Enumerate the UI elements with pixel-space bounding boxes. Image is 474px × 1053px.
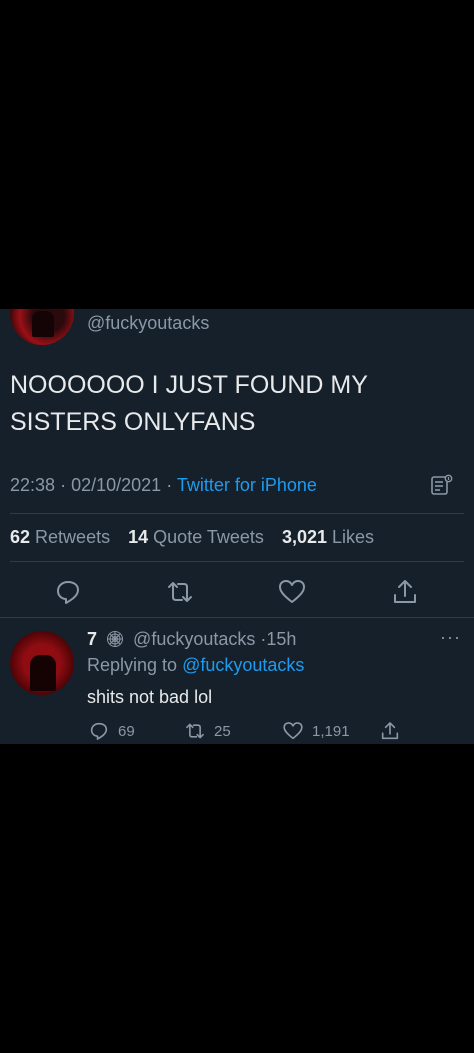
meta-separator: · bbox=[166, 475, 173, 495]
likes-count[interactable]: 3,021 bbox=[282, 527, 327, 547]
share-icon[interactable] bbox=[390, 577, 420, 607]
more-options-icon[interactable]: ··· bbox=[440, 627, 461, 648]
reply-header: 7 @fuckyoutacks ·15h bbox=[87, 629, 296, 650]
tweet-source[interactable]: Twitter for iPhone bbox=[177, 475, 317, 495]
replying-to: Replying to @fuckyoutacks bbox=[87, 655, 304, 676]
reply-author-handle[interactable]: @fuckyoutacks bbox=[133, 629, 255, 649]
retweet-count: 25 bbox=[214, 722, 231, 740]
tweet-meta: 22:38 · 02/10/2021 · Twitter for iPhone bbox=[10, 475, 317, 496]
reply-count: 69 bbox=[118, 722, 135, 740]
analytics-icon[interactable] bbox=[430, 473, 454, 497]
reply-icon bbox=[90, 722, 108, 740]
tweet-time: 22:38 bbox=[10, 475, 56, 495]
like-count: 1,191 bbox=[312, 722, 350, 740]
author-avatar[interactable] bbox=[10, 309, 74, 345]
divider bbox=[10, 561, 464, 562]
reply-share-button[interactable] bbox=[379, 719, 409, 743]
tweet-action-bar bbox=[0, 577, 474, 607]
reply-retweet-button[interactable]: 25 bbox=[184, 719, 231, 743]
tweet-detail-panel: @fuckyoutacks NOOOOOO I JUST FOUND MY SI… bbox=[0, 309, 474, 744]
divider bbox=[0, 617, 474, 618]
divider bbox=[10, 513, 464, 514]
share-icon bbox=[381, 722, 399, 740]
quotes-count[interactable]: 14 bbox=[128, 527, 148, 547]
retweet-icon bbox=[186, 723, 204, 739]
retweets-count[interactable]: 62 bbox=[10, 527, 30, 547]
meta-separator: · bbox=[60, 475, 67, 495]
spiderweb-icon bbox=[107, 631, 124, 647]
likes-label[interactable]: Likes bbox=[332, 527, 374, 547]
heart-icon bbox=[283, 722, 303, 740]
heart-icon[interactable] bbox=[277, 577, 307, 607]
quotes-label[interactable]: Quote Tweets bbox=[153, 527, 264, 547]
author-handle[interactable]: @fuckyoutacks bbox=[87, 313, 209, 334]
tweet-text: NOOOOOO I JUST FOUND MY SISTERS ONLYFANS bbox=[10, 371, 368, 436]
reply-age[interactable]: 15h bbox=[266, 629, 296, 649]
reply-avatar[interactable] bbox=[10, 631, 74, 695]
replying-mention[interactable]: @fuckyoutacks bbox=[182, 655, 304, 675]
reply-like-button[interactable]: 1,191 bbox=[282, 719, 350, 743]
reply-author-name[interactable]: 7 bbox=[87, 629, 97, 649]
retweet-icon[interactable] bbox=[165, 577, 195, 607]
tweet-date: 02/10/2021 bbox=[71, 475, 162, 495]
tweet-stats: 62 Retweets 14 Quote Tweets 3,021 Likes bbox=[10, 527, 374, 548]
reply-icon[interactable] bbox=[53, 577, 83, 607]
retweets-label[interactable]: Retweets bbox=[35, 527, 110, 547]
replying-prefix: Replying to bbox=[87, 655, 178, 675]
reply-reply-button[interactable]: 69 bbox=[88, 719, 135, 743]
reply-text: shits not bad lol bbox=[87, 687, 213, 707]
